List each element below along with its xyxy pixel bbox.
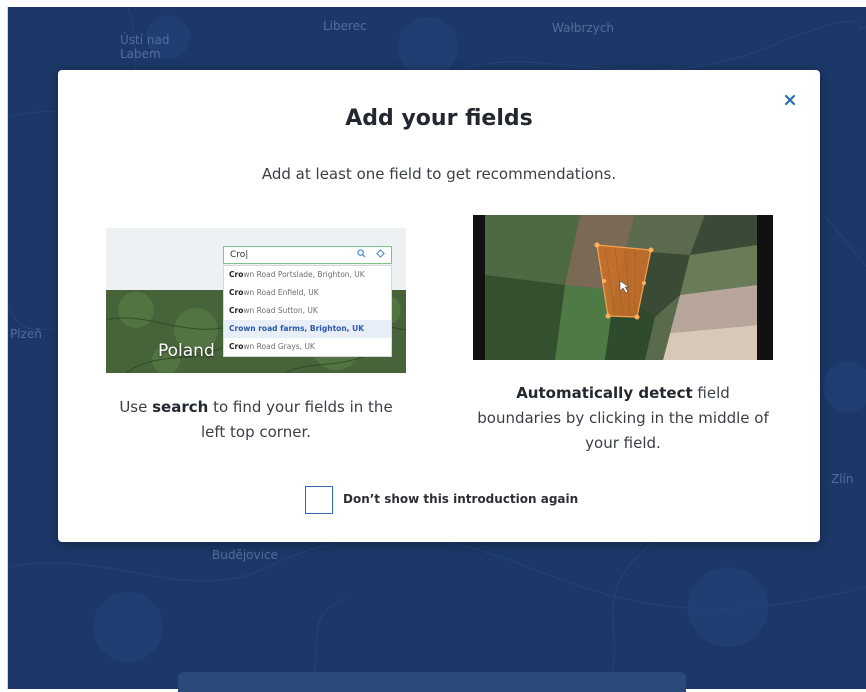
modal-subtitle: Add at least one field to get recommenda… bbox=[261, 165, 617, 183]
satellite-fields-image bbox=[473, 215, 773, 360]
dont-show-again-label[interactable]: Don’t show this introduction again bbox=[343, 492, 578, 506]
city-label-zlin: Zlín bbox=[831, 472, 854, 486]
search-illustration: Poland Cro| Crown Road Portslade, Bright… bbox=[106, 228, 406, 373]
search-icon bbox=[357, 249, 366, 261]
search-result-item-selected: Crown road farms, Brighton, UK bbox=[224, 320, 391, 338]
search-input-value: Cro| bbox=[230, 250, 249, 260]
window-top-edge bbox=[0, 0, 866, 7]
map-label-poland: Poland bbox=[158, 341, 215, 361]
city-label-liberec: Liberec bbox=[323, 19, 367, 33]
modal-title: Add your fields bbox=[345, 106, 533, 131]
city-label-walbrzych: Wałbrzych bbox=[552, 21, 615, 35]
intro-modal: Add your fields Add at least one field t… bbox=[58, 70, 820, 542]
locate-icon bbox=[376, 249, 385, 261]
bottom-panel-edge[interactable] bbox=[178, 672, 686, 692]
search-result-item: Crown Road Enfield, UK bbox=[229, 288, 319, 297]
search-result-item: Crown Road Portslade, Brighton, UK bbox=[229, 270, 365, 279]
detect-description: Automatically detect field boundaries by… bbox=[477, 384, 769, 452]
search-input-example: Cro| bbox=[223, 246, 392, 264]
city-label-budejovice: Budějovice bbox=[212, 548, 278, 562]
app-frame: Ústí nad Labem Liberec Wałbrzych Plzeň B… bbox=[0, 0, 866, 692]
search-results-dropdown: Crown Road Portslade, Brighton, UK Crown… bbox=[223, 265, 392, 357]
search-description: Use search to find your fields in the le… bbox=[119, 398, 393, 441]
city-label-plzen: Plzeň bbox=[10, 327, 42, 341]
field-detection-illustration bbox=[473, 215, 773, 360]
city-label-usti: Ústí nad Labem bbox=[120, 33, 170, 61]
dont-show-again-checkbox[interactable] bbox=[305, 486, 333, 514]
window-left-edge bbox=[0, 7, 8, 689]
search-result-item: Crown Road Grays, UK bbox=[229, 342, 315, 351]
search-result-item: Crown Road Sutton, UK bbox=[229, 306, 318, 315]
